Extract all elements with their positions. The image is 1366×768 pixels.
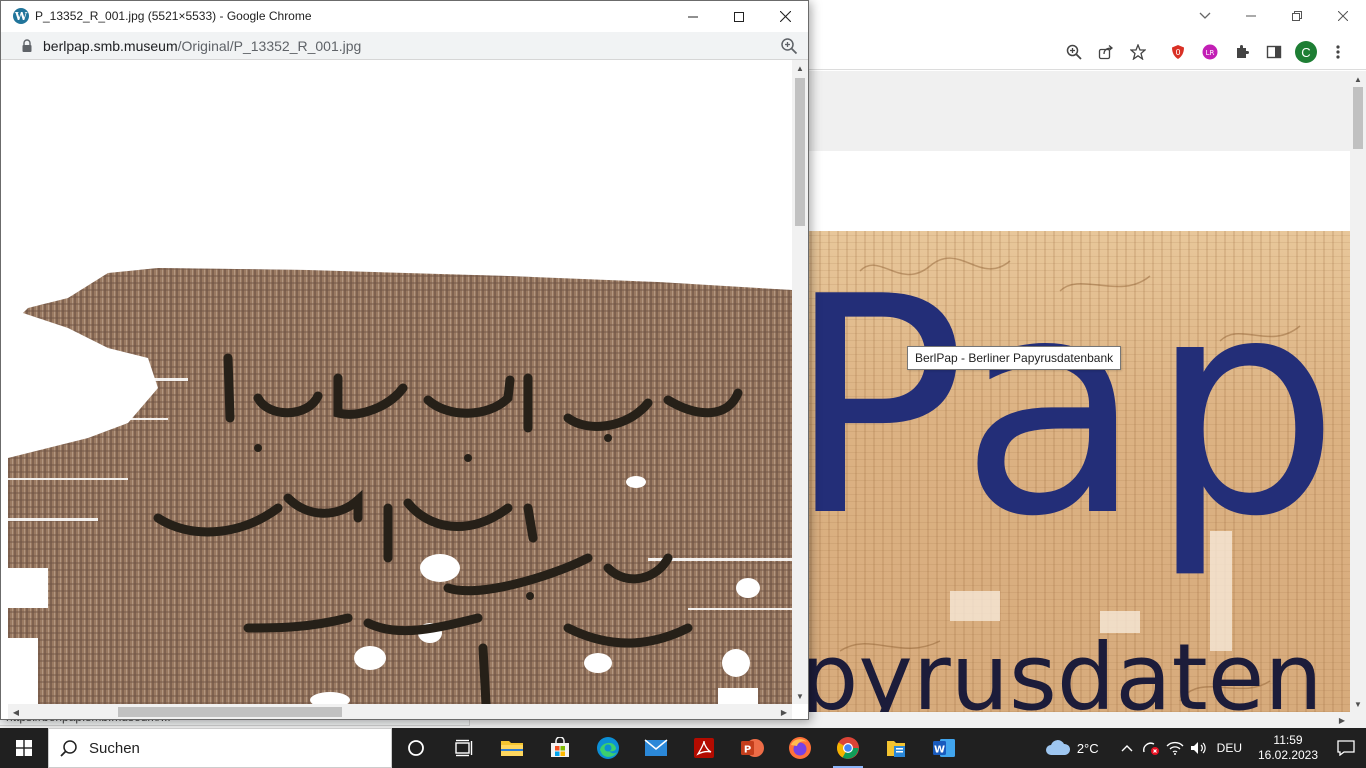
speaker-icon[interactable]: [1187, 728, 1211, 768]
banner-logo-text: Pap: [786, 233, 1346, 582]
svg-text:LR: LR: [1206, 49, 1215, 57]
popup-image-viewport[interactable]: [8, 60, 792, 704]
extension-red-shield-icon[interactable]: 0: [1162, 37, 1194, 67]
popup-close-button[interactable]: [762, 1, 808, 32]
scroll-left-arrow-icon[interactable]: ◀: [8, 704, 24, 719]
background-restore-button[interactable]: [1274, 0, 1320, 32]
taskbar-firefox[interactable]: [776, 728, 824, 768]
notification-speech-bubble-icon: [1337, 740, 1355, 756]
popup-vertical-scrollbar[interactable]: ▲ ▼: [792, 60, 808, 704]
network-alert-icon[interactable]: [1139, 728, 1163, 768]
url-path: /Original/P_13352_R_001.jpg: [177, 38, 362, 54]
background-window-controls: [1182, 0, 1366, 32]
store-bag-icon: [551, 737, 569, 757]
popup-titlebar[interactable]: W P_13352_R_001.jpg (5521×5533) - Google…: [1, 1, 808, 32]
tab-search-chevron-icon[interactable]: [1182, 0, 1228, 32]
taskbar-file-explorer[interactable]: [488, 728, 536, 768]
taskbar-word[interactable]: W: [920, 728, 968, 768]
popup-left-edge: [1, 60, 8, 719]
scroll-up-arrow-icon[interactable]: ▲: [1350, 71, 1366, 87]
background-minimize-button[interactable]: [1228, 0, 1274, 32]
taskbar-powerpoint[interactable]: P: [728, 728, 776, 768]
system-tray: 2°C DEU 11:59 16.02.2023: [1045, 728, 1366, 768]
background-close-button[interactable]: [1320, 0, 1366, 32]
powerpoint-icon: P: [741, 739, 764, 757]
taskbar-search-box[interactable]: Suchen: [48, 728, 392, 768]
taskbar-clock[interactable]: 11:59 16.02.2023: [1250, 733, 1326, 763]
taskbar-microsoft-store[interactable]: [536, 728, 584, 768]
clock-date: 16.02.2023: [1257, 748, 1319, 762]
popup-minimize-button[interactable]: [670, 1, 716, 32]
papyrus-image: [8, 268, 792, 704]
image-popup-window: W P_13352_R_001.jpg (5521×5533) - Google…: [0, 0, 809, 720]
cloud-weather-icon: [1045, 740, 1070, 755]
svg-text:0: 0: [1175, 48, 1180, 57]
clock-time: 11:59: [1273, 733, 1303, 747]
svg-text:P: P: [744, 745, 751, 756]
start-button[interactable]: [0, 728, 48, 768]
profile-initial: C: [1295, 41, 1317, 63]
scroll-down-arrow-icon[interactable]: ▼: [792, 688, 808, 704]
popup-address-bar[interactable]: berlpap.smb.museum/Original/P_13352_R_00…: [1, 32, 808, 60]
side-panel-icon[interactable]: [1258, 37, 1290, 67]
mail-envelope-icon: [644, 739, 668, 756]
chrome-icon: [837, 737, 859, 759]
banner-subtitle-text: pyrusdaten: [800, 624, 1323, 731]
windows-taskbar: Suchen P W 2°C DEU 11:59 16.02.2023: [0, 728, 1366, 768]
taskbar-chrome[interactable]: [824, 728, 872, 768]
lock-icon[interactable]: [21, 39, 33, 53]
task-view-icon: [455, 739, 473, 757]
url-host: berlpap.smb.museum: [43, 38, 178, 54]
input-language-indicator[interactable]: DEU: [1217, 741, 1242, 755]
popup-maximize-button[interactable]: [716, 1, 762, 32]
chrome-menu-icon[interactable]: [1322, 37, 1354, 67]
file-document-folder-icon: [887, 741, 905, 757]
notification-center-button[interactable]: [1326, 728, 1366, 768]
show-hidden-icons-chevron-icon[interactable]: [1115, 728, 1139, 768]
taskbar-acrobat[interactable]: [680, 728, 728, 768]
scroll-right-arrow-icon[interactable]: ▶: [1334, 712, 1350, 728]
word-icon: W: [933, 739, 955, 757]
firefox-icon: [789, 737, 811, 759]
taskbar-mail[interactable]: [632, 728, 680, 768]
scroll-right-arrow-icon[interactable]: ▶: [776, 704, 792, 719]
search-icon: [49, 739, 89, 757]
popup-window-title: P_13352_R_001.jpg (5521×5533) - Google C…: [35, 9, 312, 23]
popup-url-text[interactable]: berlpap.smb.museum/Original/P_13352_R_00…: [43, 38, 361, 54]
folder-icon: [501, 741, 523, 756]
popup-horizontal-scrollbar[interactable]: ◀ ▶: [8, 704, 792, 719]
scroll-thumb[interactable]: [118, 707, 342, 717]
task-view-button[interactable]: [440, 728, 488, 768]
background-toolbar-icons: 0 LR C: [1058, 37, 1354, 67]
acrobat-pdf-icon: [694, 738, 714, 758]
bookmark-star-icon[interactable]: [1122, 37, 1154, 67]
scroll-up-arrow-icon[interactable]: ▲: [792, 60, 808, 76]
windows-logo-icon: [16, 740, 32, 756]
scroll-down-arrow-icon[interactable]: ▼: [1350, 696, 1366, 712]
zoom-icon[interactable]: [780, 37, 798, 55]
scroll-thumb[interactable]: [1353, 87, 1363, 149]
taskbar-edge[interactable]: [584, 728, 632, 768]
profile-avatar[interactable]: C: [1290, 37, 1322, 67]
wordpress-favicon-icon: W: [13, 8, 29, 24]
cortana-button[interactable]: [392, 728, 440, 768]
toolbar-separator: [1154, 37, 1162, 67]
svg-text:W: W: [934, 745, 945, 756]
link-tooltip: BerlPap - Berliner Papyrusdatenbank: [907, 346, 1122, 370]
background-vertical-scrollbar[interactable]: ▲ ▼: [1350, 71, 1366, 712]
wifi-icon[interactable]: [1163, 728, 1187, 768]
taskbar-file-manager[interactable]: [872, 728, 920, 768]
extension-lr-icon[interactable]: LR: [1194, 37, 1226, 67]
extensions-puzzle-icon[interactable]: [1226, 37, 1258, 67]
scroll-thumb[interactable]: [795, 78, 805, 226]
weather-widget[interactable]: 2°C: [1045, 740, 1099, 756]
weather-temperature: 2°C: [1076, 740, 1099, 756]
cortana-circle-icon: [408, 740, 424, 756]
search-placeholder: Suchen: [89, 739, 140, 757]
share-icon[interactable]: [1090, 37, 1122, 67]
popup-window-controls: [670, 1, 808, 32]
zoom-icon[interactable]: [1058, 37, 1090, 67]
edge-browser-icon: [597, 737, 619, 759]
